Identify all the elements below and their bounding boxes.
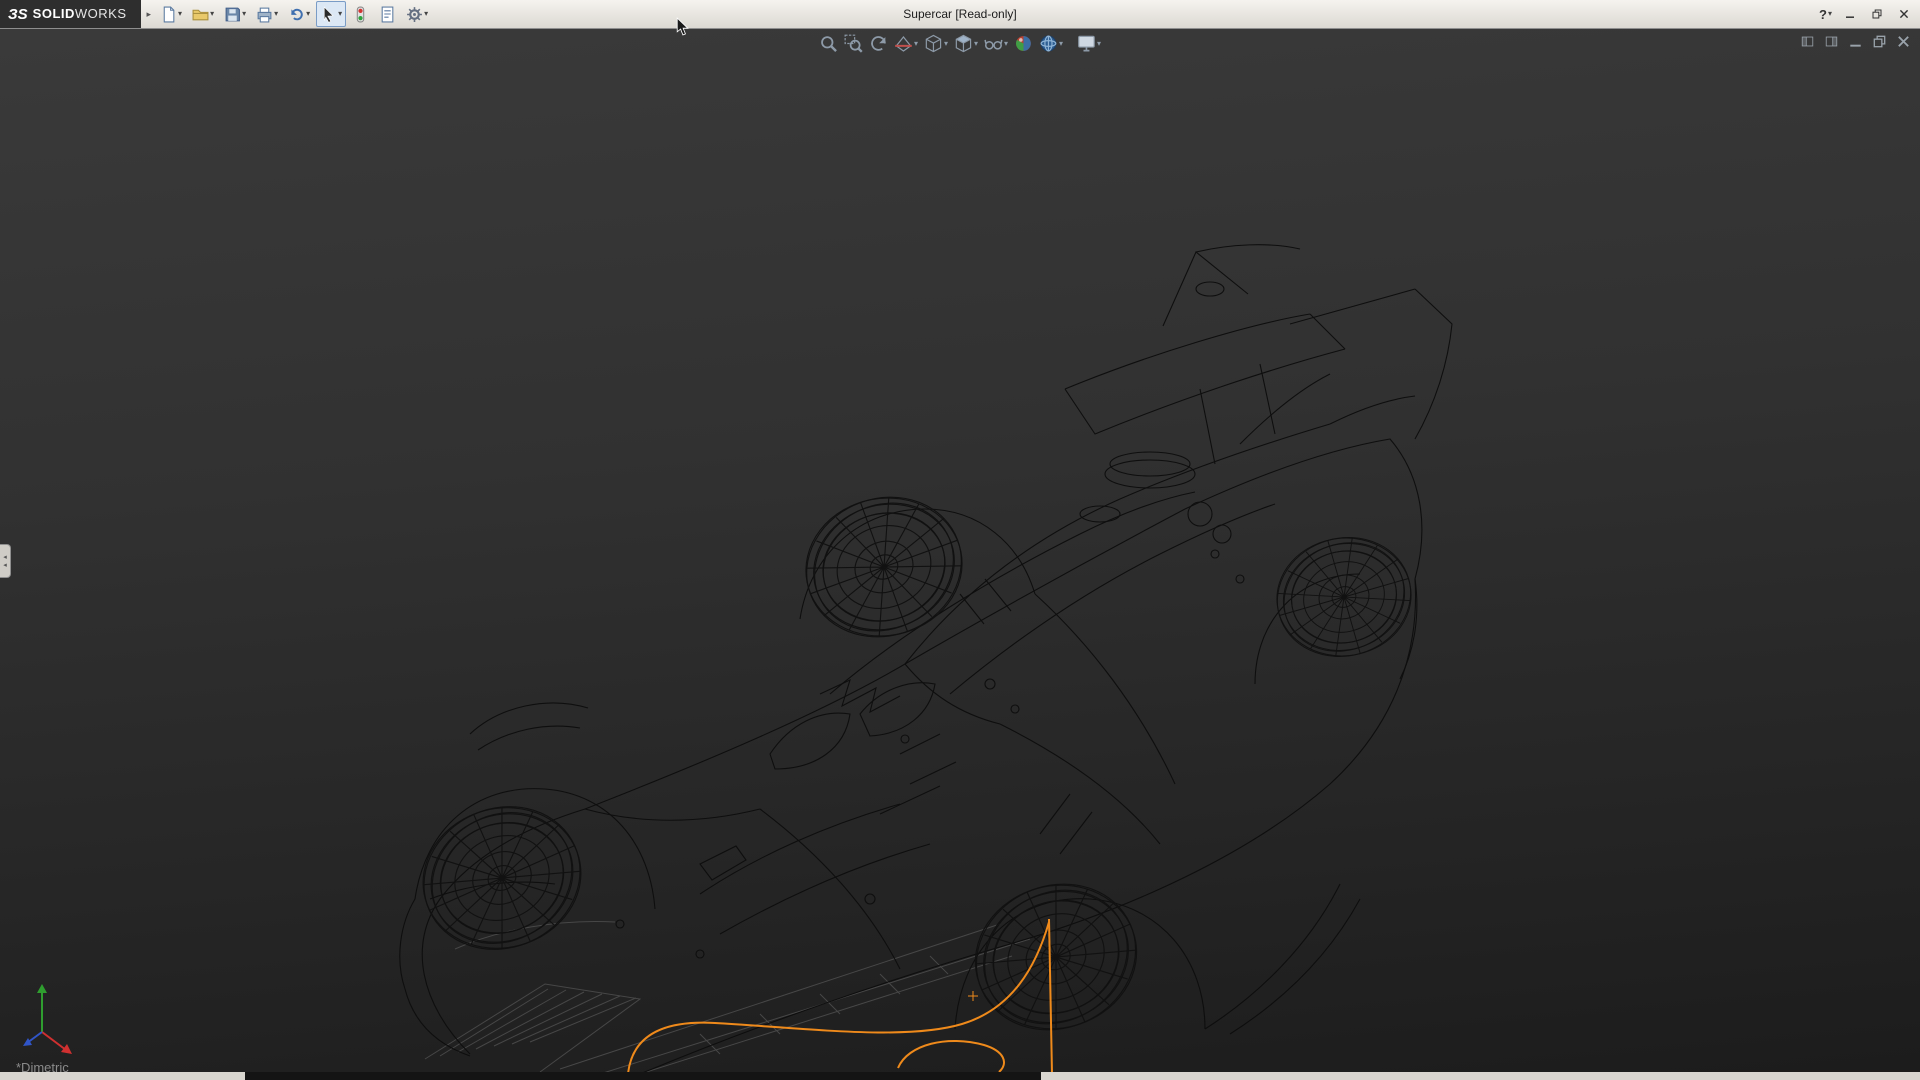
save-button[interactable]: ▾ bbox=[220, 1, 250, 27]
previous-view-icon bbox=[869, 34, 888, 53]
close-button[interactable] bbox=[1892, 4, 1916, 24]
hide-show-items-button[interactable]: ▾ bbox=[982, 33, 1010, 54]
solidworks-logo: ЗS SOLIDWORKS bbox=[0, 0, 141, 28]
document-minimize-button[interactable] bbox=[1846, 33, 1864, 49]
rebuild-button[interactable] bbox=[348, 1, 373, 27]
previous-view-button[interactable] bbox=[867, 33, 890, 54]
pane-toggle-right-button[interactable] bbox=[1822, 33, 1840, 49]
chevron-down-icon[interactable]: ▾ bbox=[210, 10, 214, 18]
document-close-button[interactable] bbox=[1894, 33, 1912, 49]
save-icon bbox=[224, 6, 241, 23]
open-button[interactable]: ▾ bbox=[188, 1, 218, 27]
wireframe-chassis bbox=[425, 921, 1030, 1072]
apply-scene-button[interactable]: ▾ bbox=[1037, 33, 1065, 54]
rebuild-icon bbox=[352, 6, 369, 23]
wheel-wireframe-front-right bbox=[774, 462, 994, 673]
chevron-down-icon[interactable]: ▾ bbox=[914, 40, 918, 48]
titlebar: ЗS SOLIDWORKS ▸ ▾ ▾ ▾ ▾ ▾ ▾ ▾ Supercar [… bbox=[0, 0, 1920, 29]
document-window-controls bbox=[1798, 33, 1912, 49]
close-icon bbox=[1899, 9, 1909, 19]
view-settings-button[interactable]: ▾ bbox=[1075, 33, 1103, 54]
chevron-down-icon[interactable]: ▾ bbox=[974, 40, 978, 48]
chevron-down-icon[interactable]: ▾ bbox=[1828, 10, 1832, 18]
chevron-down-icon[interactable]: ▾ bbox=[178, 10, 182, 18]
chevron-down-icon[interactable]: ▾ bbox=[338, 10, 342, 18]
help-icon: ? bbox=[1819, 7, 1827, 22]
open-icon bbox=[192, 6, 209, 23]
restore-icon bbox=[1872, 9, 1882, 19]
pane-toggle-left-icon bbox=[1801, 35, 1814, 48]
view-orientation-cube-icon bbox=[924, 34, 943, 53]
taskbar-apps-area[interactable] bbox=[245, 1072, 1041, 1080]
view-settings-monitor-icon bbox=[1077, 34, 1096, 53]
selected-edge-highlight[interactable] bbox=[628, 919, 1052, 1072]
zoom-to-fit-icon bbox=[819, 34, 838, 53]
section-view-icon bbox=[894, 34, 913, 53]
file-properties-icon bbox=[379, 6, 396, 23]
display-style-button[interactable]: ▾ bbox=[952, 33, 980, 54]
new-document-icon bbox=[160, 6, 177, 23]
apply-scene-globe-icon bbox=[1039, 34, 1058, 53]
collapse-arrow-icon: ◂ bbox=[3, 554, 7, 561]
minimize-button[interactable] bbox=[1838, 4, 1862, 24]
print-button[interactable]: ▾ bbox=[252, 1, 282, 27]
zoom-to-area-button[interactable] bbox=[842, 33, 865, 54]
graphics-viewport[interactable]: ▾ ▾ ▾ ▾ ▾ ▾ ◂ ◂ bbox=[0, 28, 1920, 1072]
chevron-down-icon[interactable]: ▾ bbox=[306, 10, 310, 18]
brand-name-bold: SOLID bbox=[33, 6, 75, 21]
section-view-button[interactable]: ▾ bbox=[892, 33, 920, 54]
select-button[interactable]: ▾ bbox=[316, 1, 346, 27]
zoom-to-area-icon bbox=[844, 34, 863, 53]
minimize-icon bbox=[1849, 35, 1862, 48]
chevron-down-icon[interactable]: ▾ bbox=[1004, 40, 1008, 48]
heads-up-view-toolbar: ▾ ▾ ▾ ▾ ▾ ▾ bbox=[817, 33, 1103, 54]
help-button[interactable]: ? ▾ bbox=[1816, 7, 1835, 22]
options-gear-icon bbox=[406, 6, 423, 23]
chevron-down-icon[interactable]: ▾ bbox=[1097, 40, 1101, 48]
options-button[interactable]: ▾ bbox=[402, 1, 432, 27]
close-icon bbox=[1897, 35, 1910, 48]
view-orientation-label: *Dimetric bbox=[16, 1060, 69, 1072]
3d-viewport-canvas[interactable] bbox=[0, 28, 1920, 1072]
pane-toggle-right-icon bbox=[1825, 35, 1838, 48]
file-properties-button[interactable] bbox=[375, 1, 400, 27]
undo-button[interactable]: ▾ bbox=[284, 1, 314, 27]
undo-icon bbox=[288, 6, 305, 23]
select-cursor-icon bbox=[320, 6, 337, 23]
chevron-down-icon[interactable]: ▾ bbox=[1059, 40, 1063, 48]
restore-button[interactable] bbox=[1865, 4, 1889, 24]
brand-name-light: WORKS bbox=[75, 6, 127, 21]
reference-triad bbox=[23, 984, 72, 1054]
chevron-down-icon[interactable]: ▾ bbox=[274, 10, 278, 18]
view-orientation-button[interactable]: ▾ bbox=[922, 33, 950, 54]
hide-show-items-glasses-icon bbox=[984, 34, 1003, 53]
brand-mark: ЗS bbox=[8, 6, 28, 23]
toolbar-flyout-arrow-icon[interactable]: ▸ bbox=[143, 9, 156, 20]
collapse-arrow-icon: ◂ bbox=[3, 562, 7, 569]
edit-appearance-ball-icon bbox=[1014, 34, 1033, 53]
chevron-down-icon[interactable]: ▾ bbox=[424, 10, 428, 18]
zoom-to-fit-button[interactable] bbox=[817, 33, 840, 54]
minimize-icon bbox=[1845, 9, 1855, 19]
taskbar-strip[interactable] bbox=[0, 1072, 1920, 1080]
mouse-cursor bbox=[676, 17, 689, 36]
edit-appearance-button[interactable] bbox=[1012, 33, 1035, 54]
chevron-down-icon[interactable]: ▾ bbox=[944, 40, 948, 48]
featuremanager-collapsed-tab[interactable]: ◂ ◂ bbox=[0, 544, 11, 578]
print-icon bbox=[256, 6, 273, 23]
pane-toggle-left-button[interactable] bbox=[1798, 33, 1816, 49]
titlebar-controls: ? ▾ bbox=[1816, 0, 1916, 28]
display-style-icon bbox=[954, 34, 973, 53]
chevron-down-icon[interactable]: ▾ bbox=[242, 10, 246, 18]
new-document-button[interactable]: ▾ bbox=[156, 1, 186, 27]
restore-icon bbox=[1873, 35, 1886, 48]
document-restore-button[interactable] bbox=[1870, 33, 1888, 49]
